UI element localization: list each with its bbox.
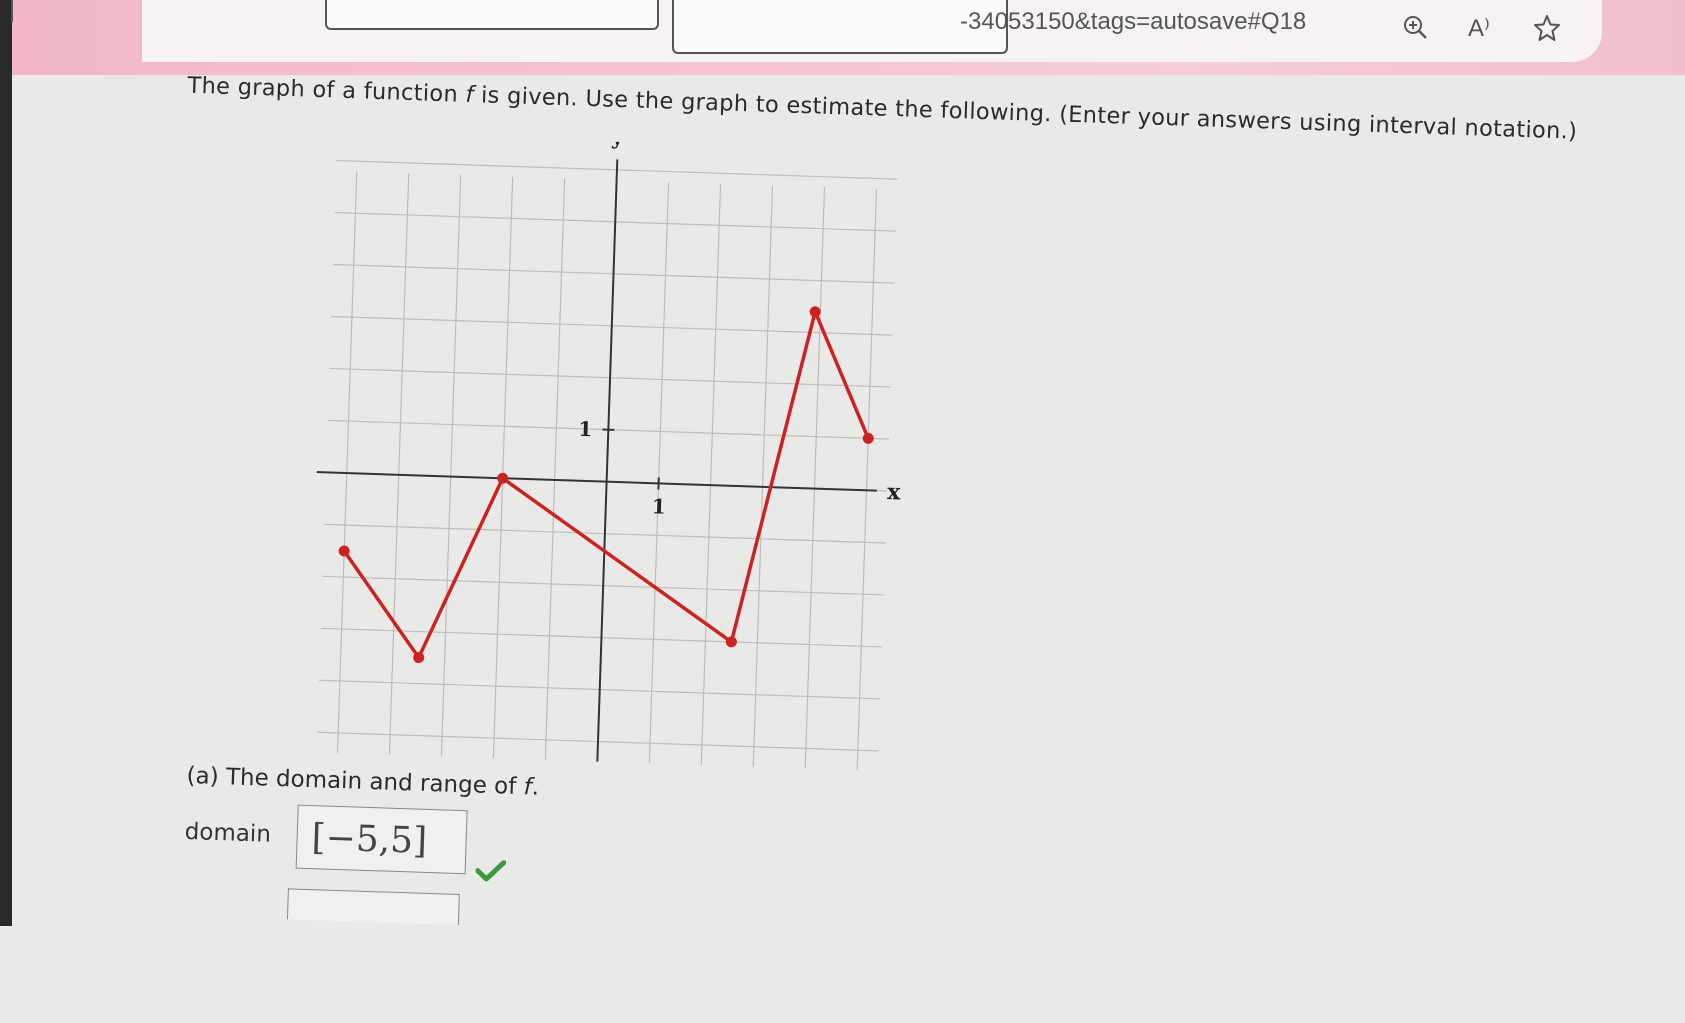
grid-line-vertical <box>493 177 512 759</box>
function-point <box>809 306 820 317</box>
url-text[interactable]: -34053150&tags=autosave#Q18 <box>960 8 1306 36</box>
y-axis <box>597 159 617 771</box>
domain-label: domain <box>184 819 271 848</box>
grid-line-vertical <box>701 184 720 766</box>
grid-line-vertical <box>337 172 356 754</box>
function-point <box>863 433 874 444</box>
range-answer-field[interactable] <box>287 888 460 925</box>
y-tick-label: 1 <box>578 417 593 441</box>
part-a-period: . <box>531 774 539 800</box>
x-axis-label: x <box>887 479 902 505</box>
question-suffix: is given. Use the graph to estimate the … <box>473 82 1577 145</box>
y-axis-label: y <box>610 132 626 150</box>
screen-bezel <box>0 0 12 926</box>
x-tick-label: 1 <box>651 494 666 518</box>
question-prefix: The graph of a function <box>187 73 466 108</box>
grid-line-vertical <box>441 175 460 757</box>
grid-line-vertical <box>753 185 772 767</box>
part-a-prompt: (a) The domain and range of f. <box>186 763 539 801</box>
part-a-text: (a) The domain and range of <box>186 763 524 800</box>
grid-line-vertical <box>805 187 824 769</box>
function-graph: x y 1 1 <box>307 132 927 772</box>
grid-line-vertical <box>857 189 876 771</box>
question-page: The graph of a function f is given. Use … <box>80 70 1685 1023</box>
grid-line-vertical <box>545 179 564 761</box>
domain-answer-field[interactable]: [−5,5] <box>296 805 468 875</box>
favorite-star-icon[interactable] <box>1533 14 1561 49</box>
grid-line-vertical <box>649 182 668 764</box>
checkmark-icon <box>475 860 506 883</box>
grid-line-vertical <box>389 173 408 755</box>
browser-tab[interactable] <box>672 0 1008 54</box>
read-aloud-icon[interactable]: A⁾ <box>1468 14 1490 43</box>
browser-tab[interactable] <box>325 0 659 30</box>
x-axis <box>316 472 877 491</box>
zoom-in-icon[interactable] <box>1402 14 1428 47</box>
